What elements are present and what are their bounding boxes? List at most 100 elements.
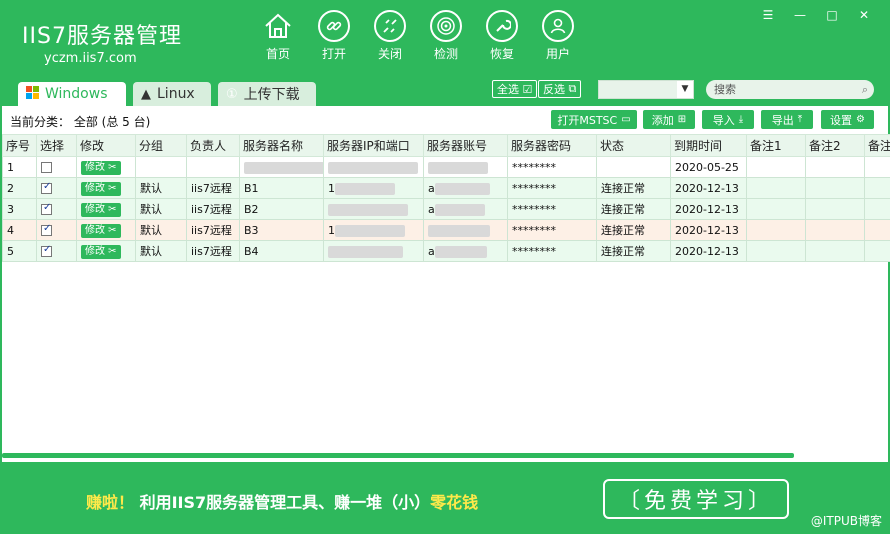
col-header[interactable]: 到期时间 [670, 134, 747, 157]
cell-note2 [805, 156, 865, 178]
tab-upload[interactable]: ① 上传下载 [218, 82, 316, 106]
table-row[interactable]: 3 修改 ✂ 默认 iis7远程 B2 a ******** 连接正常 2020-12-13 [2, 198, 890, 220]
cell-status-text: 连接正常 [601, 224, 645, 237]
redacted-block [335, 224, 405, 237]
row-checkbox-input[interactable] [41, 202, 52, 215]
app-title: IIS7服务器管理 [22, 24, 182, 49]
redacted-block [434, 203, 485, 216]
row-number-text: 1 [7, 160, 14, 174]
export-button[interactable]: 导出 ⤒ [761, 110, 813, 129]
import-button[interactable]: 导入 ⤓ [702, 110, 754, 129]
group-select[interactable]: ▼ [598, 80, 694, 99]
cell-ip: 1 [323, 219, 424, 241]
redacted-block [434, 245, 487, 258]
cell-ip [323, 156, 424, 178]
promo-highlight: 赚啦！ [86, 493, 135, 512]
table-row[interactable]: 1 修改 ✂ ******** 2020-05-25 [2, 156, 890, 178]
select-all-label: 全选 [497, 83, 519, 96]
select-all-button[interactable]: 全选 ☑ [492, 80, 538, 98]
row-number: 2 [2, 177, 37, 199]
cell-note1 [746, 240, 806, 262]
col-header[interactable]: 服务器名称 [239, 134, 324, 157]
close-button[interactable]: ✕ [848, 6, 880, 24]
edit-button[interactable]: 修改 ✂ [81, 202, 121, 217]
cell-ip: 1 [323, 177, 424, 199]
add-button[interactable]: 添加 ⊞ [643, 110, 695, 129]
table-row[interactable]: 2 修改 ✂ 默认 iis7远程 B1 1 a ******** 连接正常 2020-12-13 [2, 177, 890, 199]
nav-restore[interactable]: 恢复 [474, 10, 530, 62]
row-number: 4 [2, 219, 37, 241]
row-checkbox [36, 198, 77, 220]
redacted-block [335, 182, 395, 195]
table-row[interactable]: 4 修改 ✂ 默认 iis7远程 B3 1 ******** 连接正常 2020-12-13 [2, 219, 890, 241]
col-header[interactable]: 服务器密码 [507, 134, 597, 157]
upload-arrow-icon: ⤒ [797, 114, 803, 125]
cell-owner-text: iis7远程 [191, 182, 232, 195]
row-number-text: 3 [7, 202, 14, 216]
tab-linux[interactable]: ▲ Linux [133, 82, 211, 106]
cell-expiry-text: 2020-05-25 [675, 160, 739, 174]
scissors-icon: ✂ [105, 182, 117, 194]
nav-open[interactable]: 打开 [306, 10, 362, 62]
cell-name-text: B4 [244, 244, 259, 258]
cell-note1 [746, 219, 806, 241]
cell-account [423, 156, 508, 178]
row-checkbox-input[interactable] [41, 223, 52, 236]
row-checkbox [36, 240, 77, 262]
free-learn-button[interactable]: 〔免费学习〕 [603, 479, 789, 519]
search-input[interactable]: 搜索 ⌕ [706, 80, 874, 99]
edit-button[interactable]: 修改 ✂ [81, 160, 121, 175]
cell-ip-text: 1 [328, 223, 335, 237]
nav-close[interactable]: 关闭 [362, 10, 418, 62]
col-header[interactable]: 备注1 [746, 134, 806, 157]
nav-home[interactable]: 首页 [250, 10, 306, 62]
col-header[interactable]: 分组 [135, 134, 187, 157]
horizontal-scrollbar[interactable] [2, 453, 794, 458]
nav-check[interactable]: 检测 [418, 10, 474, 62]
edit-button[interactable]: 修改 ✂ [81, 223, 121, 238]
row-checkbox-input[interactable] [41, 162, 52, 173]
row-edit-button: 修改 ✂ [76, 198, 136, 220]
col-header[interactable]: 备注2 [805, 134, 865, 157]
scissors-icon: ✂ [105, 203, 117, 215]
col-header[interactable]: 负责人 [186, 134, 240, 157]
menu-button[interactable]: ☰ [752, 6, 784, 24]
edit-label: 修改 [85, 245, 105, 257]
cell-name: B4 [239, 240, 324, 262]
cell-expiry: 2020-12-13 [670, 177, 747, 199]
settings-button[interactable]: 设置 ⚙ [821, 110, 874, 129]
cell-account [423, 219, 508, 241]
row-checkbox-input[interactable] [41, 181, 52, 194]
col-header[interactable]: 备注 [864, 134, 890, 157]
row-edit-button: 修改 ✂ [76, 156, 136, 178]
wrench-icon [486, 10, 518, 42]
nav-user-label: 用户 [545, 47, 570, 61]
redacted-block [244, 161, 323, 174]
cell-note2 [805, 198, 865, 220]
promo-banner: 赚啦！ 利用IIS7服务器管理工具、赚一堆（小）零花钱 〔免费学习〕 @ITPU… [0, 462, 890, 534]
col-header[interactable]: 服务器IP和端口 [323, 134, 424, 157]
cell-group: 默认 [135, 240, 187, 262]
server-table: 序号 选择 修改 分组 负责人 服务器名称 服务器IP和端口 服务器账号 服务器… [2, 134, 890, 262]
table-row[interactable]: 5 修改 ✂ 默认 iis7远程 B4 a ******** 连接正常 2020-12-13 [2, 240, 890, 262]
cell-name-text: B2 [244, 202, 259, 216]
open-mstsc-button[interactable]: 打开MSTSC ▭ [551, 110, 637, 129]
nav-user[interactable]: 用户 [530, 10, 586, 62]
col-header[interactable]: 修改 [76, 134, 136, 157]
row-checkbox [36, 219, 77, 241]
col-header[interactable]: 状态 [596, 134, 671, 157]
cell-password-text: ******** [512, 202, 556, 216]
maximize-button[interactable]: □ [816, 6, 848, 24]
col-header[interactable]: 服务器账号 [423, 134, 508, 157]
edit-button[interactable]: 修改 ✂ [81, 244, 121, 259]
invert-select-button[interactable]: 反选 ⧉ [538, 80, 582, 98]
tab-windows[interactable]: Windows [18, 82, 126, 106]
add-label: 添加 [651, 113, 674, 127]
cell-status: 连接正常 [596, 177, 671, 199]
cell-note2 [805, 240, 865, 262]
col-header[interactable]: 序号 [2, 134, 37, 157]
edit-button[interactable]: 修改 ✂ [81, 181, 121, 196]
col-header[interactable]: 选择 [36, 134, 77, 157]
minimize-button[interactable]: — [784, 6, 816, 24]
row-checkbox-input[interactable] [41, 244, 52, 257]
